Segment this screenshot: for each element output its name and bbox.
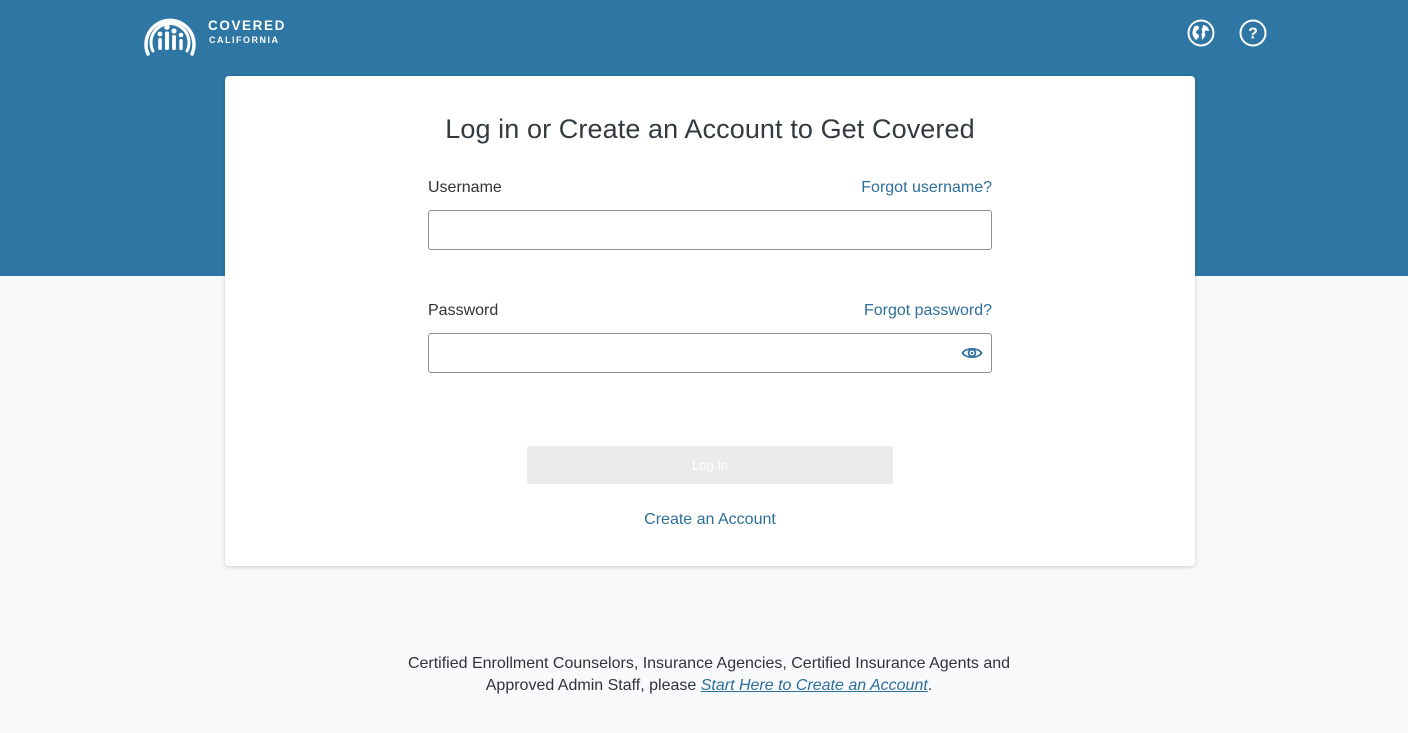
page-title: Log in or Create an Account to Get Cover… — [445, 114, 975, 144]
forgot-username-link[interactable]: Forgot username? — [861, 179, 992, 197]
footer-note-period: . — [927, 677, 933, 694]
svg-text:COVERED: COVERED — [208, 18, 286, 33]
svg-text:CALIFORNIA: CALIFORNIA — [209, 35, 280, 45]
help-icon[interactable]: ? — [1239, 19, 1267, 47]
start-here-link[interactable]: Start Here to Create an Account — [701, 677, 928, 694]
username-field[interactable] — [428, 210, 992, 250]
username-input[interactable] — [429, 211, 991, 249]
password-label: Password — [428, 302, 499, 319]
login-card: Log in or Create an Account to Get Cover… — [225, 76, 1195, 566]
footer-note: Certified Enrollment Counselors, Insuran… — [404, 653, 1014, 697]
login-button[interactable]: Log In — [527, 446, 893, 484]
svg-text:?: ? — [1248, 26, 1258, 43]
password-input[interactable] — [429, 334, 991, 372]
create-account-link[interactable]: Create an Account — [225, 511, 1195, 529]
password-field[interactable] — [428, 333, 992, 373]
forgot-password-link[interactable]: Forgot password? — [864, 302, 992, 320]
covered-california-logo[interactable]: COVERED CALIFORNIA — [140, 4, 290, 58]
globe-icon[interactable] — [1187, 19, 1215, 47]
username-label: Username — [428, 179, 502, 196]
show-password-eye-icon[interactable] — [961, 344, 983, 362]
